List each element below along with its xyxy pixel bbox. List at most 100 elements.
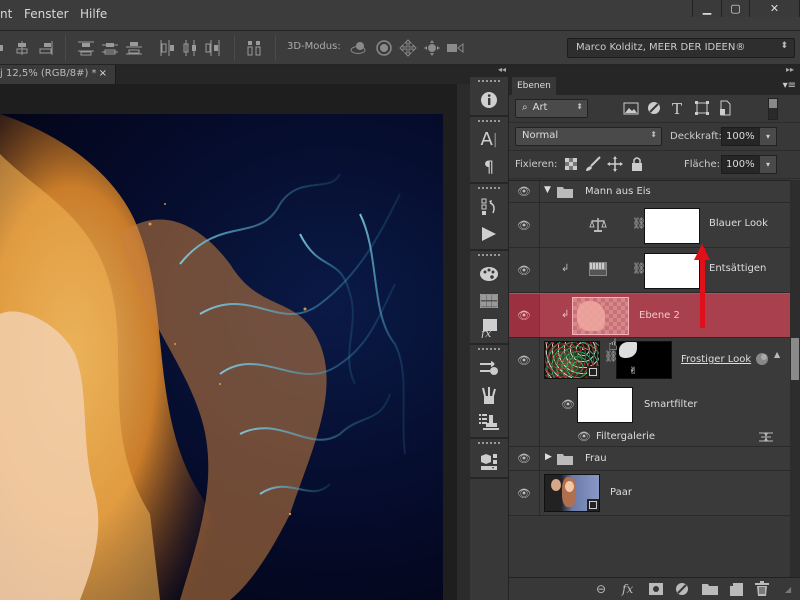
expand-triangle-icon[interactable]: ▶ [545,452,552,462]
smart-object-thumbnail[interactable] [544,474,600,512]
adjustment-layer-icon[interactable] [675,582,689,596]
lock-pixels-icon[interactable] [585,156,601,172]
auto-align-icon[interactable] [245,39,263,57]
canvas-area[interactable] [0,84,457,600]
swatches-icon[interactable] [470,287,508,314]
layer-paar[interactable]: 👁 Paar [509,471,790,516]
resize-grip-icon[interactable]: ◢ [785,585,791,594]
layer-mask-thumbnail[interactable]: ✌ [616,341,672,379]
filter-smartobject-icon[interactable] [717,100,733,116]
smart-object-thumbnail[interactable] [544,341,600,379]
visibility-eye-icon[interactable]: 👁 [577,430,591,443]
align-horizontal-center-icon[interactable] [14,39,32,57]
close-window-button[interactable]: ✕ [749,0,799,17]
clipping-arrow-icon: ↲ [561,263,570,274]
document-canvas[interactable] [0,114,443,600]
visibility-eye-icon[interactable]: 👁 [561,398,575,411]
adjustments-icon[interactable] [470,354,508,381]
filter-kind-select[interactable]: ⌕ Art ⬍ [515,99,588,118]
lock-position-icon[interactable] [607,156,623,172]
scrollbar-thumb[interactable] [791,338,799,380]
panel-menu-icon[interactable]: ▾≡ [783,80,796,91]
smart-filter-icon[interactable] [755,352,769,366]
filter-shape-icon[interactable] [694,100,710,116]
visibility-eye-icon[interactable]: 👁 [509,447,540,470]
menu-item-hilfe[interactable]: Hilfe [80,7,107,21]
fx-icon[interactable]: fx [622,582,633,596]
distribute-horizontal-center-icon[interactable] [181,39,199,57]
distribute-right-icon[interactable] [204,39,222,57]
3d-camera-icon[interactable] [446,39,464,57]
align-right-icon[interactable] [37,39,55,57]
layer-blauer-look[interactable]: 👁 ⛓ Blauer Look [509,203,790,248]
menu-bar: nt Fenster Hilfe ▁ ▢ ✕ [0,0,800,30]
distribute-left-icon[interactable] [158,39,176,57]
thumbnail-content [577,301,605,331]
delete-icon[interactable] [755,581,769,596]
distribute-top-icon[interactable] [77,39,95,57]
link-layers-icon[interactable]: ⊖ [596,582,606,596]
layer-group-mann-aus-eis[interactable]: 👁 ▼ Mann aus Eis [509,181,790,203]
tab-ebenen[interactable]: Ebenen [512,77,556,95]
layer-ebene-2[interactable]: 👁 ↲ Ebene 2 [509,293,790,338]
3d-slide-icon[interactable] [423,39,441,57]
visibility-eye-icon[interactable]: 👁 [509,203,540,247]
layer-frostiger-look[interactable]: 👁 ⛓ ✌ Frostiger Look ▲ [509,338,790,382]
menu-item-fenster[interactable]: Fenster [24,7,69,21]
lock-all-icon[interactable] [629,156,645,172]
paragraph-icon[interactable]: ¶ [470,153,508,180]
fill-dropdown-button[interactable]: ▾ [759,155,777,174]
layer-group-frau[interactable]: 👁 ▶ Frau [509,447,790,471]
filter-type-icon[interactable]: T [670,100,686,116]
3d-orbit-icon[interactable] [350,39,368,57]
3d-roll-icon[interactable] [375,39,393,57]
expand-triangle-icon[interactable]: ▼ [544,185,551,195]
opacity-dropdown-button[interactable]: ▾ [759,127,777,146]
collapse-right-icon[interactable]: ▸▸ [786,65,794,74]
distribute-vertical-center-icon[interactable] [101,39,119,57]
add-mask-icon[interactable] [649,583,663,595]
info-icon[interactable] [470,86,508,113]
new-group-icon[interactable] [702,583,718,595]
clone-source-icon[interactable] [470,408,508,435]
filter-pixel-icon[interactable] [623,100,639,116]
lock-transparency-icon[interactable] [563,156,579,172]
visibility-eye-icon[interactable]: 👁 [509,181,540,202]
menu-item-layer-truncated[interactable]: nt [0,7,12,21]
styles-icon[interactable]: fx [470,314,508,341]
layer-mask-thumbnail[interactable] [644,253,700,289]
filter-filtergalerie[interactable]: 👁 Filtergalerie [509,427,790,447]
color-palette-icon[interactable] [470,260,508,287]
workspace-select[interactable]: Marco Kolditz, MEER DER IDEEN® ⬍ [567,38,795,58]
new-layer-icon[interactable] [729,582,743,596]
layer-smartfilter[interactable]: 👁 Smartfilter [509,382,790,427]
panel-dock: A | ¶ fx [470,77,509,600]
brush-presets-icon[interactable] [470,381,508,408]
maximize-button[interactable]: ▢ [721,0,749,17]
minimize-button[interactable]: ▁ [693,0,721,17]
layer-mask-thumbnail[interactable] [644,208,700,244]
filter-toggle-switch[interactable] [768,98,778,120]
3d-pan-icon[interactable] [399,39,417,57]
3d-icon[interactable] [470,448,508,475]
layer-entsaettigen[interactable]: 👁 ↲ ⛓ Entsättigen [509,248,790,293]
canvas-vertical-scrollbar[interactable] [457,84,470,600]
actions-icon[interactable] [470,220,508,247]
visibility-eye-icon[interactable]: 👁 [509,248,540,292]
close-tab-icon[interactable]: × [99,68,107,79]
visibility-eye-icon[interactable]: 👁 [509,294,540,337]
layer-thumbnail[interactable] [572,297,629,335]
distribute-bottom-icon[interactable] [125,39,143,57]
filter-adjustment-icon[interactable] [646,100,662,116]
visibility-eye-icon[interactable]: 👁 [509,338,540,382]
collapse-left-icon[interactable]: ◂◂ [498,65,506,74]
character-icon[interactable]: A | [470,126,508,153]
smart-filter-mask-thumbnail[interactable] [577,387,633,423]
visibility-eye-icon[interactable]: 👁 [509,471,540,515]
layers-scrollbar[interactable] [790,180,800,580]
document-tab[interactable]: j 12,5% (RGB/8#) * × [0,65,116,84]
blend-mode-select[interactable]: Normal ⬍ [515,127,662,146]
collapse-effects-icon[interactable]: ▲ [774,350,780,359]
history-icon[interactable] [470,193,508,220]
filter-blending-options-icon[interactable] [759,431,773,443]
